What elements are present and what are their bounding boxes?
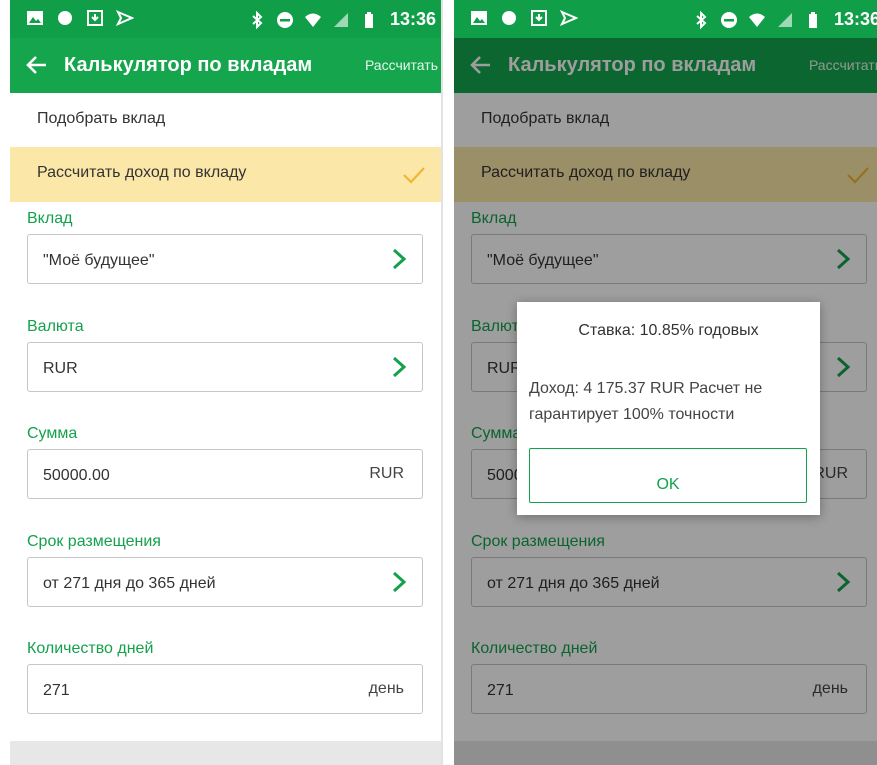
check-icon <box>403 167 425 184</box>
wifi-icon <box>748 13 765 27</box>
result-dialog: Ставка: 10.85% годовых Доход: 4 175.37 R… <box>517 302 820 515</box>
currency-value: RUR <box>43 360 78 377</box>
amount-label: Сумма <box>27 425 78 442</box>
page-title: Калькулятор по вкладам <box>64 54 313 76</box>
chevron-right-icon <box>392 571 407 593</box>
circle-icon <box>58 11 72 25</box>
bottom-bar <box>10 741 442 765</box>
status-time: 13:36 <box>833 9 877 29</box>
circle-icon <box>502 11 516 25</box>
days-input[interactable]: 271 день <box>27 664 423 714</box>
screen-calculator: 13:36 Калькулятор по вкладам Рассчитать … <box>10 0 442 765</box>
mode-pick-deposit-label: Подобрать вклад <box>37 110 166 127</box>
mode-calc-income-label: Рассчитать доход по вкладу <box>37 164 247 181</box>
bluetooth-icon <box>696 10 707 29</box>
signal-icon <box>333 12 348 27</box>
app-bar: Калькулятор по вкладам Рассчитать <box>10 38 442 93</box>
divider <box>441 0 443 765</box>
mode-pick-deposit[interactable]: Подобрать вклад <box>10 93 442 148</box>
currency-select[interactable]: RUR <box>27 342 423 392</box>
deposit-select[interactable]: "Моё будущее" <box>27 234 423 284</box>
deposit-value: "Моё будущее" <box>43 252 155 269</box>
status-bar: 13:36 <box>454 0 877 38</box>
battery-icon <box>808 11 817 28</box>
amount-value: 50000.00 <box>43 467 110 484</box>
term-select[interactable]: от 271 дня до 365 дней <box>27 557 423 607</box>
download-icon <box>87 10 103 26</box>
do-not-disturb-icon <box>720 11 737 28</box>
battery-icon <box>364 11 373 28</box>
send-icon <box>560 10 578 26</box>
deposit-label: Вклад <box>27 210 73 227</box>
wifi-icon <box>304 13 321 27</box>
dialog-title: Ставка: 10.85% годовых <box>578 322 759 339</box>
amount-unit: RUR <box>369 465 404 482</box>
chevron-right-icon <box>392 356 407 378</box>
calculate-button[interactable]: Рассчитать <box>365 57 438 73</box>
image-icon <box>27 11 43 25</box>
do-not-disturb-icon <box>276 11 293 28</box>
days-label: Количество дней <box>27 640 154 657</box>
days-value: 271 <box>43 682 70 699</box>
back-arrow-icon[interactable] <box>24 52 50 78</box>
mode-calc-income[interactable]: Рассчитать доход по вкладу <box>10 147 442 202</box>
signal-icon <box>777 12 792 27</box>
chevron-right-icon <box>392 248 407 270</box>
download-icon <box>531 10 547 26</box>
currency-label: Валюта <box>27 318 84 335</box>
screen-calculator-result: 13:36 Калькулятор по вкладам Рассчитать … <box>454 0 877 765</box>
bluetooth-icon <box>252 10 263 29</box>
image-icon <box>471 11 487 25</box>
status-time: 13:36 <box>389 9 436 29</box>
days-unit: день <box>368 680 404 697</box>
term-value: от 271 дня до 365 дней <box>43 575 216 592</box>
amount-input[interactable]: 50000.00 RUR <box>27 449 423 499</box>
ok-button[interactable]: OK <box>529 448 807 503</box>
status-bar: 13:36 <box>10 0 442 38</box>
term-label: Срок размещения <box>27 533 161 550</box>
send-icon <box>116 10 134 26</box>
dialog-message: Доход: 4 175.37 RUR Расчет не гарантируе… <box>529 380 763 423</box>
